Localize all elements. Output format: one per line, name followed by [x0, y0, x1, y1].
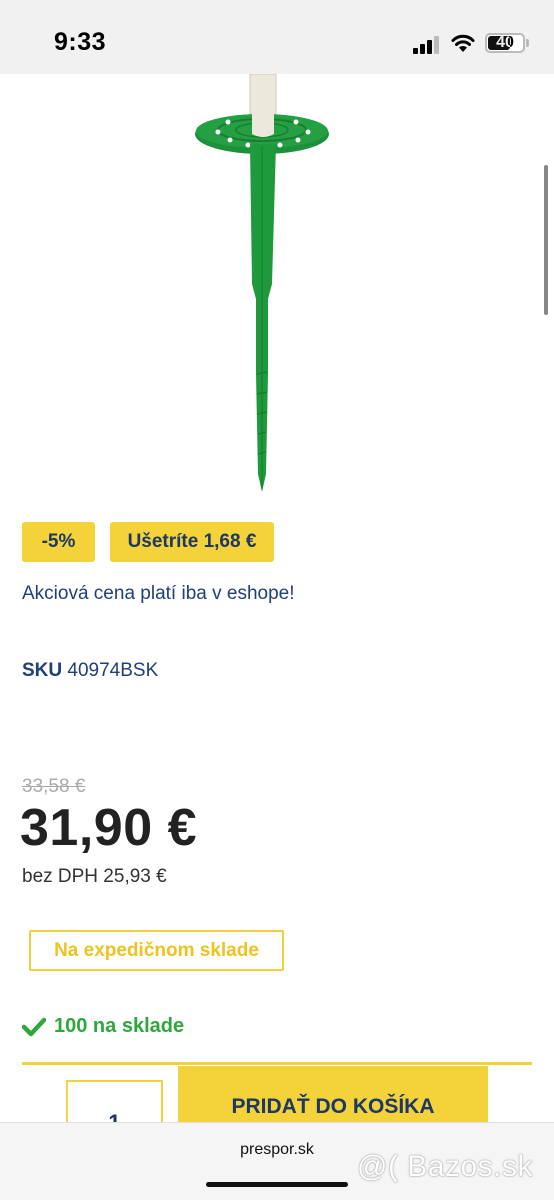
status-bar: 9:33 40 [0, 0, 554, 74]
signal-icon [413, 34, 443, 54]
watermark-logo: @( Bazos.sk [357, 1150, 533, 1183]
wifi-icon [451, 34, 475, 52]
discount-badge: -5% [22, 522, 95, 562]
net-price: bez DPH 25,93 € [22, 866, 167, 887]
home-indicator[interactable] [206, 1182, 348, 1187]
divider [22, 1062, 532, 1065]
promo-note: Akciová cena platí iba v eshope! [22, 583, 295, 604]
battery-cap [526, 39, 529, 47]
battery-level: 40 [496, 34, 514, 51]
old-price: 33,58 € [22, 776, 86, 797]
scrollbar[interactable] [544, 165, 548, 315]
stock-location-badge: Na expedičnom sklade [29, 930, 284, 971]
battery-icon: 40 [485, 33, 525, 53]
product-image [195, 74, 329, 492]
checkmark-icon [22, 1017, 46, 1036]
savings-badge: Ušetríte 1,68 € [110, 522, 274, 562]
status-time: 9:33 [54, 28, 107, 56]
price: 31,90 € [20, 799, 197, 857]
in-stock-label: 100 na sklade [54, 1015, 185, 1037]
sku-value: 40974BSK [67, 660, 159, 681]
sku-label: SKU [22, 660, 63, 681]
in-stock-status: 100 na sklade [22, 1015, 184, 1038]
sku: SKU 40974BSK [22, 660, 158, 682]
